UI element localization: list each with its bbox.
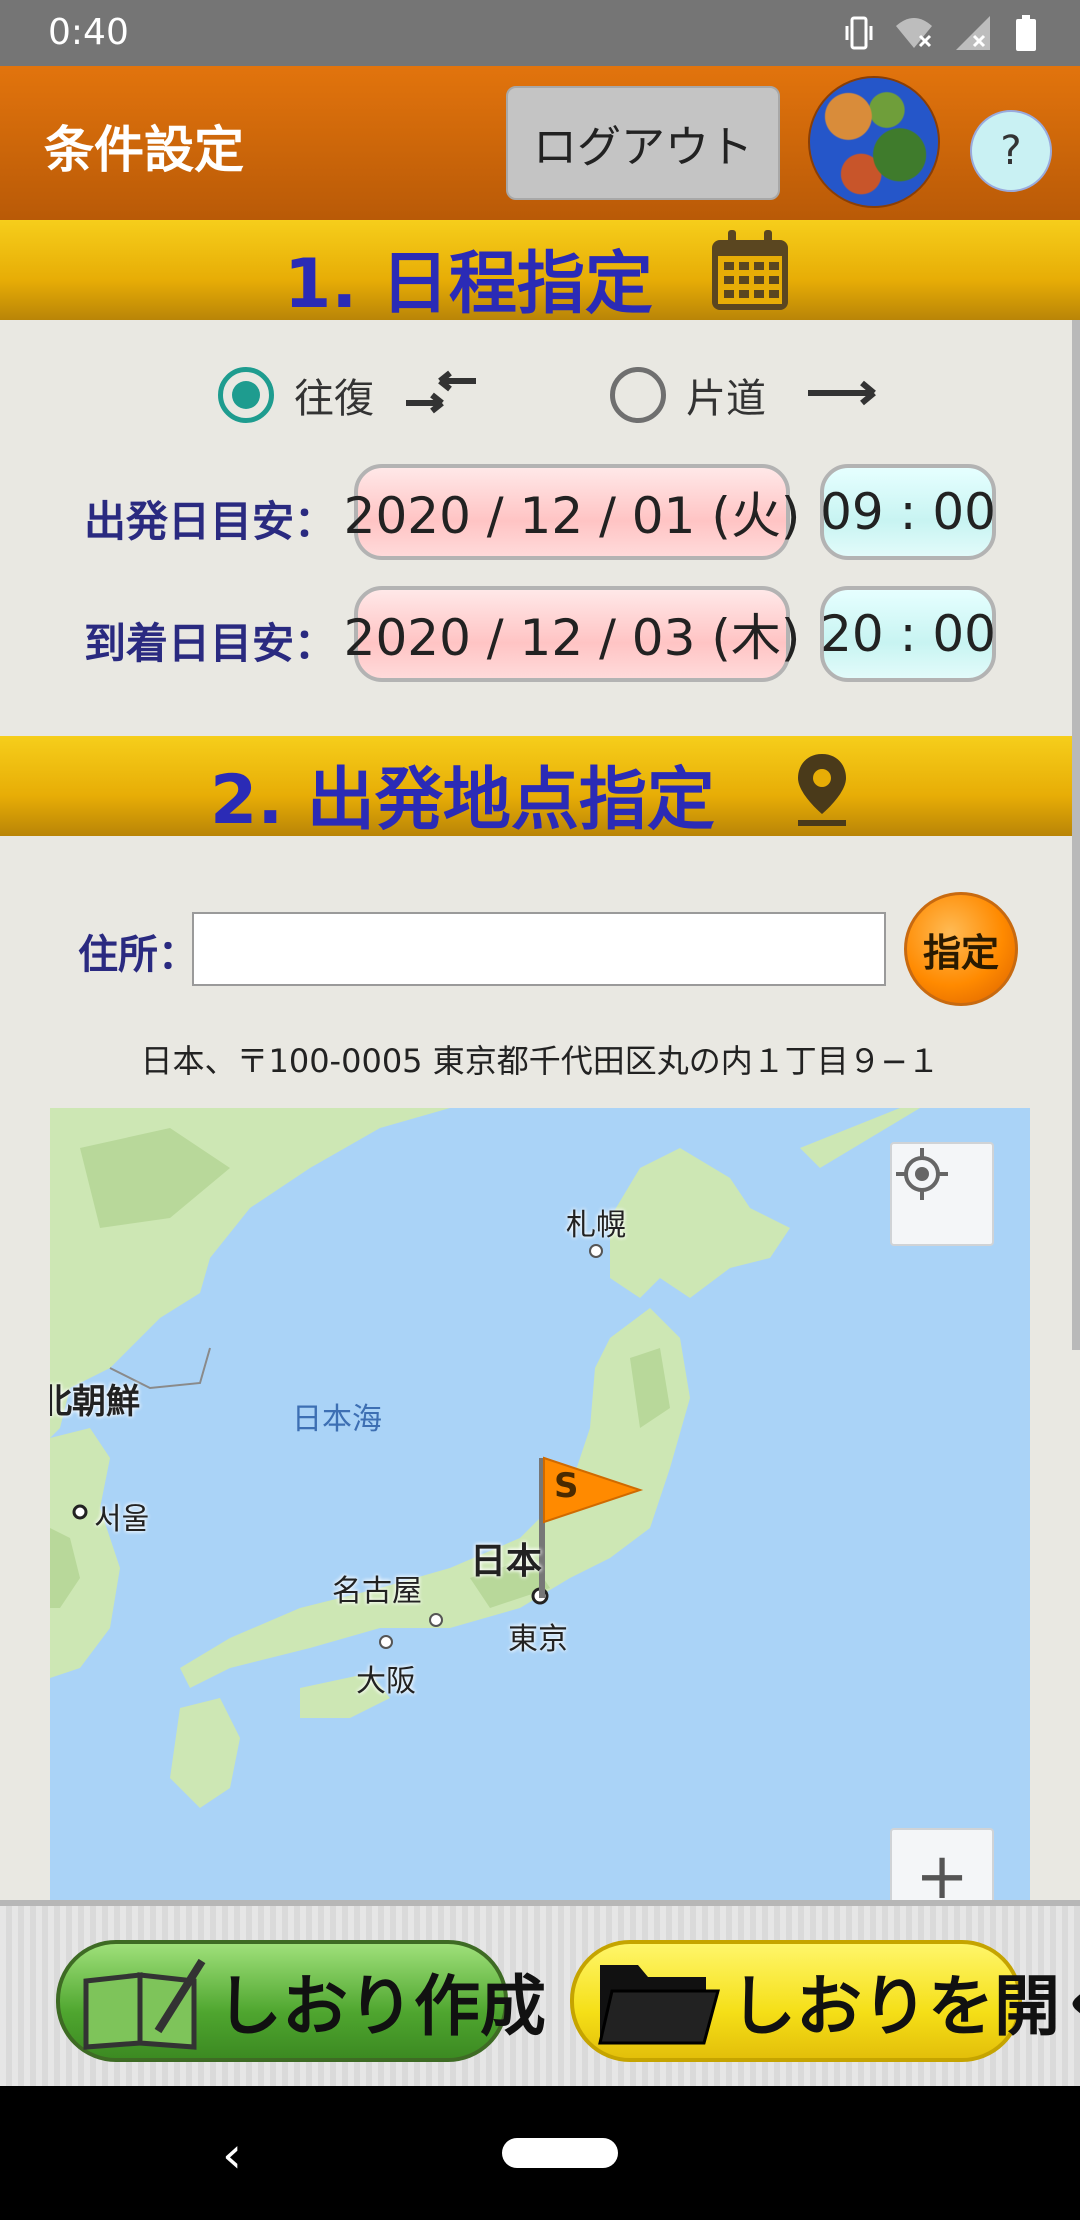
section-header-schedule: 1. 日程指定 — [0, 220, 1080, 324]
departure-time-field[interactable]: 09 : 00 — [820, 464, 996, 560]
avatar[interactable] — [808, 76, 940, 208]
zoom-in-button[interactable]: + — [890, 1828, 994, 1908]
create-bookmark-button[interactable]: しおり作成 — [56, 1940, 546, 2062]
section-title-schedule: 1. 日程指定 — [284, 245, 653, 324]
map-label-japan: 日本 — [470, 1541, 543, 1582]
section-title-departure-point: 2. 出発地点指定 — [210, 761, 715, 840]
system-nav-bar: ‹ — [0, 2086, 1080, 2220]
map-label-japan-sea: 日本海 — [292, 1402, 382, 1437]
map-label-sapporo: 札幌 — [566, 1208, 626, 1243]
signal-off-icon — [954, 14, 994, 52]
my-location-button[interactable] — [890, 1142, 994, 1246]
map-terrain — [50, 1108, 920, 1808]
home-pill[interactable] — [502, 2138, 618, 2168]
status-bar: 0:40 — [0, 0, 1080, 66]
oneway-label: 片道 — [686, 376, 766, 422]
right-arrow-icon — [806, 373, 882, 417]
battery-icon — [1014, 14, 1038, 52]
trip-option-oneway[interactable]: 片道 — [610, 360, 882, 430]
scrollbar[interactable] — [1072, 320, 1080, 1350]
set-address-button[interactable]: 指定 — [904, 892, 1018, 1006]
location-pin-icon — [790, 750, 854, 834]
calendar-icon — [706, 226, 794, 318]
departure-label: 出発日目安： — [84, 497, 337, 546]
map-label-nagoya: 名古屋 — [332, 1574, 422, 1609]
app-header: 条件設定 ログアウト ? — [0, 66, 1080, 220]
departure-date-field[interactable]: 2020 / 12 / 01 (火) — [344, 464, 800, 560]
roundtrip-label: 往復 — [294, 376, 374, 422]
map-label-north-korea: 北朝鮮 — [50, 1382, 140, 1422]
arrival-time-field[interactable]: 20 : 00 — [820, 586, 996, 682]
arrival-date-field[interactable]: 2020 / 12 / 03 (木) — [344, 586, 800, 682]
help-button[interactable]: ? — [970, 110, 1052, 192]
bottom-action-bar: しおり作成 しおりを開く — [0, 1900, 1080, 2086]
trip-option-roundtrip[interactable]: 往復 — [218, 360, 482, 430]
address-input[interactable] — [192, 912, 886, 986]
swap-arrows-icon — [402, 363, 482, 427]
roundtrip-radio[interactable] — [218, 367, 274, 423]
vibrate-icon — [844, 14, 874, 52]
create-bookmark-label: しおり作成 — [216, 1968, 546, 2045]
map-label-osaka: 大阪 — [356, 1664, 416, 1699]
open-bookmark-button[interactable]: しおりを開く — [570, 1940, 1080, 2062]
address-label: 住所： — [78, 932, 198, 978]
logout-button[interactable]: ログアウト — [506, 86, 780, 200]
start-flag-marker[interactable]: S — [554, 1466, 579, 1506]
resolved-address: 日本、〒100-0005 東京都千代田区丸の内１丁目９−１ — [140, 1042, 940, 1080]
notebook-pen-icon — [83, 1958, 206, 2050]
page-title: 条件設定 — [44, 121, 244, 179]
wifi-off-icon — [894, 14, 934, 52]
section-header-departure-point: 2. 出発地点指定 — [0, 736, 1080, 840]
open-bookmark-label: しおりを開く — [730, 1968, 1080, 2045]
oneway-radio[interactable] — [610, 367, 666, 423]
map-view[interactable]: 札幌 日本海 北朝鮮 서울 日本 名古屋 東京 大阪 S + — [50, 1108, 1030, 1908]
map-label-tokyo: 東京 — [508, 1622, 568, 1657]
crosshair-icon — [896, 1148, 948, 1200]
map-label-seoul: 서울 — [94, 1502, 150, 1537]
folder-icon — [598, 1965, 720, 2045]
back-icon[interactable]: ‹ — [222, 2126, 242, 2184]
arrival-label: 到着日目安： — [84, 619, 337, 668]
status-time: 0:40 — [48, 12, 129, 53]
